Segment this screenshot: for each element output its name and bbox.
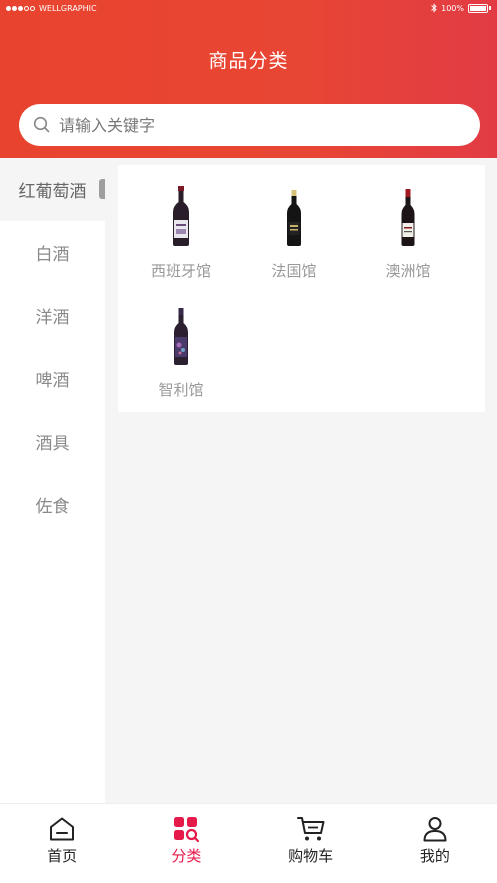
tab-category[interactable]: 分类 xyxy=(124,804,248,883)
bluetooth-icon xyxy=(431,3,437,13)
sidebar-item-label: 白酒 xyxy=(35,245,70,265)
subcategory-grid: 西班牙馆 法国馆 澳洲馆 智利馆 xyxy=(118,165,485,412)
status-bar: WELLGRAPHIC 100% xyxy=(0,0,497,16)
tab-label: 分类 xyxy=(171,847,202,865)
cart-icon xyxy=(296,817,325,841)
sidebar-item-snacks[interactable]: 佐食 xyxy=(0,473,105,536)
sidebar-item-barware[interactable]: 酒具 xyxy=(0,410,105,473)
subcategory-australia[interactable]: 澳洲馆 xyxy=(348,186,468,281)
wine-bottle-icon xyxy=(173,186,189,246)
subcategory-spain[interactable]: 西班牙馆 xyxy=(121,186,241,281)
search-input[interactable] xyxy=(59,115,439,135)
sidebar-item-liquor[interactable]: 洋酒 xyxy=(0,284,105,347)
tab-label: 我的 xyxy=(419,847,450,865)
home-icon xyxy=(50,817,75,841)
user-icon xyxy=(423,817,447,842)
sidebar-item-baijiu[interactable]: 白酒 xyxy=(0,221,105,284)
sidebar-item-label: 佐食 xyxy=(35,497,70,517)
signal-icon xyxy=(6,5,35,11)
carrier-label: WELLGRAPHIC xyxy=(39,3,97,13)
sidebar-item-label: 洋酒 xyxy=(35,308,70,328)
subcategory-label: 西班牙馆 xyxy=(150,262,211,280)
page-title: 商品分类 xyxy=(208,50,289,72)
tab-label: 购物车 xyxy=(288,847,334,865)
subcategory-label: 澳洲馆 xyxy=(385,262,431,280)
tab-label: 首页 xyxy=(47,847,78,865)
subcategory-label: 法国馆 xyxy=(271,262,317,280)
category-sidebar: 红葡萄酒 白酒 洋酒 啤酒 酒具 佐食 xyxy=(0,158,105,803)
sidebar-item-label: 啤酒 xyxy=(35,371,70,391)
sidebar-item-label: 红葡萄酒 xyxy=(18,182,87,202)
subcategory-label: 智利馆 xyxy=(158,381,204,399)
wine-bottle-icon xyxy=(174,308,188,365)
wine-bottle-icon xyxy=(401,189,415,246)
wine-bottle-icon xyxy=(287,190,301,246)
tab-home[interactable]: 首页 xyxy=(0,804,124,883)
subcategory-chile[interactable]: 智利馆 xyxy=(121,305,241,400)
subcategory-france[interactable]: 法国馆 xyxy=(234,186,354,281)
search-bar[interactable] xyxy=(19,104,480,146)
header: WELLGRAPHIC 100% 商品分类 xyxy=(0,0,497,158)
category-search-icon xyxy=(174,817,200,842)
sidebar-item-beer[interactable]: 啤酒 xyxy=(0,347,105,410)
battery-icon xyxy=(468,3,488,13)
tab-profile[interactable]: 我的 xyxy=(373,804,497,883)
battery-percent: 100% xyxy=(441,3,464,13)
sidebar-item-label: 酒具 xyxy=(35,434,70,454)
search-icon xyxy=(33,116,50,133)
tab-cart[interactable]: 购物车 xyxy=(249,804,373,883)
tab-bar: 首页 分类 购物车 我的 xyxy=(0,803,497,883)
sidebar-item-red-wine[interactable]: 红葡萄酒 xyxy=(0,158,105,221)
